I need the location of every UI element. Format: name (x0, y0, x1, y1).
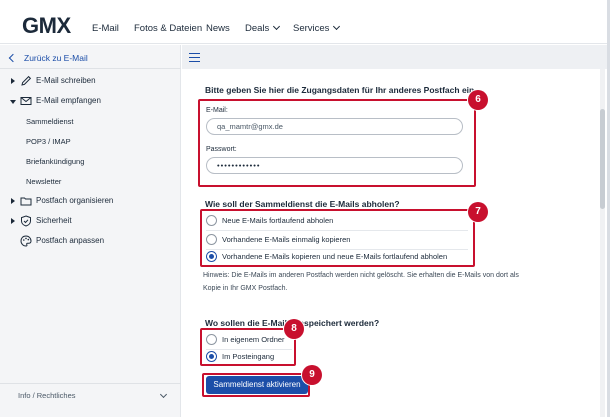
content-toolbar (182, 45, 607, 69)
scrollbar-thumb[interactable] (600, 109, 605, 209)
caret-right-icon (11, 78, 15, 84)
step-badge-8: 8 (284, 319, 304, 339)
caret-right-icon (11, 198, 15, 204)
hint-text: Hinweis: Die E-Mails im anderen Postfach… (203, 272, 519, 292)
step-badge-7: 7 (468, 202, 488, 222)
highlight-box-8 (200, 328, 296, 366)
back-arrow-icon (8, 53, 18, 63)
chevron-down-icon[interactable] (159, 390, 168, 399)
scrollbar[interactable] (600, 69, 605, 417)
chevron-down-icon (273, 22, 281, 31)
caret-right-icon (11, 218, 15, 224)
highlight-box-9 (202, 373, 310, 397)
sidebar-item-customize-mailbox[interactable]: Postfach anpassen (0, 232, 181, 252)
highlight-box-7 (200, 209, 475, 267)
sidebar-subitem-sammeldienst[interactable]: Sammeldienst (26, 117, 74, 126)
sidebar-item-receive-email[interactable]: E-Mail empfangen (0, 92, 181, 112)
step-badge-9: 9 (302, 365, 322, 385)
divider (0, 68, 181, 69)
fetch-mode-heading: Wie soll der Sammeldienst die E-Mails ab… (205, 199, 400, 209)
nav-services[interactable]: Services (293, 22, 341, 34)
shield-icon (21, 215, 31, 227)
nav-email[interactable]: E-Mail (92, 23, 119, 34)
folder-icon (20, 197, 32, 206)
nav-deals[interactable]: Deals (245, 22, 281, 34)
step-badge-6: 6 (468, 90, 488, 110)
caret-down-icon (10, 100, 16, 104)
content-area: Bitte geben Sie hier die Zugangsdaten fü… (182, 45, 607, 417)
sidebar-item-write-email[interactable]: E-Mail schreiben (0, 72, 181, 92)
back-to-email-link[interactable]: Zurück zu E-Mail (24, 53, 88, 63)
sidebar-subitem-briefankuendigung[interactable]: Briefankündigung (26, 157, 84, 166)
menu-icon[interactable] (189, 53, 200, 62)
chevron-down-icon (333, 22, 341, 31)
highlight-box-6 (198, 99, 476, 187)
pencil-icon (21, 75, 32, 86)
settings-sidebar: Zurück zu E-Mail E-Mail schreiben E-Mail… (0, 45, 181, 417)
credentials-heading: Bitte geben Sie hier die Zugangsdaten fü… (205, 85, 475, 95)
nav-photos-files[interactable]: Fotos & Dateien (134, 23, 202, 34)
info-legal-link[interactable]: Info / Rechtliches (18, 391, 76, 400)
gmx-logo[interactable]: GMX (22, 13, 71, 39)
envelope-icon (20, 97, 32, 105)
divider (0, 383, 181, 384)
sidebar-item-security[interactable]: Sicherheit (0, 212, 181, 232)
sidebar-subitem-newsletter[interactable]: Newsletter (26, 177, 61, 186)
top-navigation: GMX E-Mail Fotos & Dateien News Deals Se… (0, 0, 607, 44)
sidebar-subitem-pop3-imap[interactable]: POP3 / IMAP (26, 137, 71, 146)
palette-icon (20, 235, 32, 247)
nav-news[interactable]: News (206, 23, 230, 34)
sidebar-item-organize-mailbox[interactable]: Postfach organisieren (0, 192, 181, 212)
app-window: GMX E-Mail Fotos & Dateien News Deals Se… (0, 0, 610, 417)
